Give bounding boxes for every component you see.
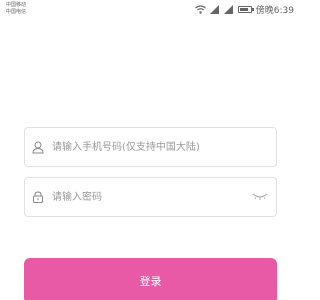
login-screen: 中国移动 中国电信 傍晚6:39 请输入手机号码(仅支持中国大陆) 登录: [0, 0, 300, 300]
carrier-1: 中国移动: [6, 2, 27, 8]
signal-icon: [209, 4, 219, 14]
signal-icon-2: [223, 4, 233, 14]
lock-icon: [33, 191, 43, 203]
status-time: 傍晚6:39: [255, 5, 294, 16]
wifi-icon: [194, 4, 206, 14]
phone-input[interactable]: [52, 136, 252, 158]
password-input[interactable]: [52, 186, 252, 208]
password-field: [24, 177, 277, 217]
login-button[interactable]: 登录: [24, 258, 277, 300]
user-icon: [32, 141, 44, 154]
eye-closed-icon[interactable]: [252, 192, 268, 202]
carrier-info: 中国移动 中国电信: [6, 2, 26, 16]
status-bar: 中国移动 中国电信 傍晚6:39: [0, 0, 300, 20]
battery-icon: [237, 5, 254, 13]
phone-field: [24, 127, 277, 167]
carrier-2: 中国电信: [6, 9, 27, 15]
status-icons: 傍晚6:39: [194, 3, 294, 16]
